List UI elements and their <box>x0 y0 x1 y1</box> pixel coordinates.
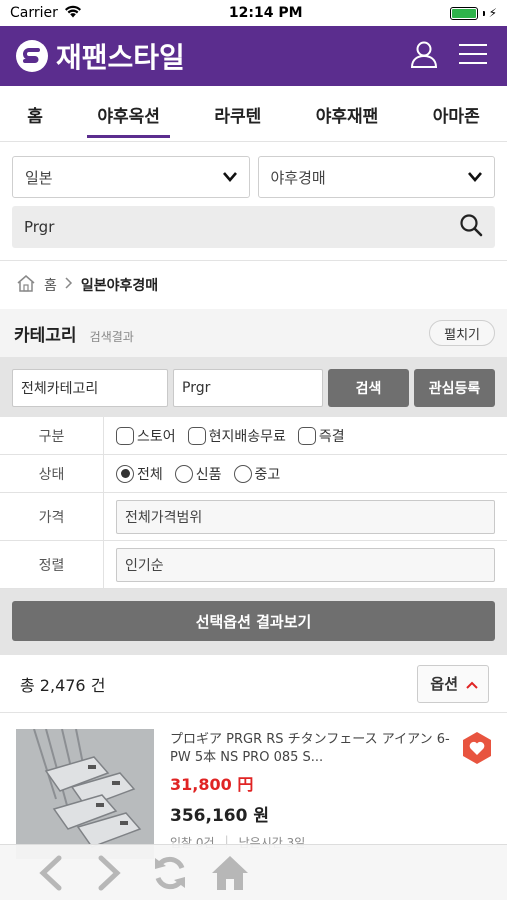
product-price-yen: 31,800 円 <box>170 775 254 794</box>
status-bar: Carrier 12:14 PM ⚡ <box>0 0 507 26</box>
menu-icon[interactable] <box>459 43 487 69</box>
apply-options-button[interactable]: 선택옵션 결과보기 <box>12 601 495 641</box>
country-select-value: 일본 <box>25 168 53 187</box>
tab-home[interactable]: 홈 <box>13 90 57 137</box>
search-area: 일본 야후경매 Prgr <box>0 142 507 261</box>
checkbox-buy-now[interactable]: 즉결 <box>297 426 345 446</box>
header-actions <box>409 39 487 73</box>
option-label-sort: 정렬 <box>0 541 104 588</box>
option-row-sort: 정렬 인기순 <box>0 541 507 589</box>
filter-panel: 전체카테고리 Prgr 검색 관심등록 구분 스토어 현지배송무료 즉결 상태 … <box>0 357 507 655</box>
bottom-toolbar <box>0 844 507 900</box>
option-label-type: 구분 <box>0 417 104 454</box>
tab-yahoo-japan[interactable]: 야후재팬 <box>302 90 393 137</box>
checkbox-icon <box>116 426 134 445</box>
app-header: 재팬스타일 <box>0 26 507 86</box>
breadcrumb-current: 일본야후경매 <box>80 278 159 294</box>
wifi-icon <box>64 5 82 22</box>
search-icon[interactable] <box>459 213 483 241</box>
product-title[interactable]: プロギア PRGR RS チタンフェース アイアン 6-PW 5本 NS PRO… <box>170 731 495 767</box>
clock: 12:14 PM <box>228 5 303 21</box>
checkbox-store-label: 스토어 <box>137 428 176 445</box>
forward-arrow-icon[interactable] <box>90 853 130 893</box>
breadcrumb: 홈 일본야후경매 <box>0 261 507 309</box>
brand-logo[interactable]: 재팬스타일 <box>16 36 185 76</box>
search-input[interactable]: Prgr <box>12 206 495 248</box>
checkbox-free-shipping[interactable]: 현지배송무료 <box>187 426 286 446</box>
logo-mark-icon <box>16 40 48 72</box>
filter-row: 전체카테고리 Prgr 검색 관심등록 <box>12 369 495 407</box>
option-label-condition: 상태 <box>0 455 104 492</box>
favorite-heart-icon[interactable] <box>461 731 493 769</box>
search-button[interactable]: 검색 <box>328 369 409 407</box>
option-content-price: 전체가격범위 <box>104 493 507 540</box>
total-count: 총 2,476 건 <box>20 675 106 695</box>
brand-name: 재팬스타일 <box>56 41 185 74</box>
tab-amazon[interactable]: 아마존 <box>419 90 494 137</box>
expand-button[interactable]: 펼치기 <box>429 320 495 346</box>
refresh-icon[interactable] <box>150 853 190 893</box>
breadcrumb-home[interactable]: 홈 <box>44 275 57 295</box>
checkbox-icon <box>297 426 316 445</box>
product-price-won: 356,160 원 <box>170 806 269 826</box>
search-query: Prgr <box>24 218 55 236</box>
category-title-group: 카테고리 검색결과 <box>14 321 134 346</box>
option-button-label: 옵션 <box>430 675 458 693</box>
radio-icon <box>174 464 193 483</box>
radio-all-label: 전체 <box>137 466 163 483</box>
status-left: Carrier <box>10 5 82 22</box>
radio-new-label: 신품 <box>195 466 222 483</box>
back-arrow-icon[interactable] <box>30 853 70 893</box>
product-image[interactable] <box>16 729 154 859</box>
site-select[interactable]: 야후경매 <box>257 156 495 198</box>
radio-new[interactable]: 신품 <box>174 464 222 484</box>
radio-used[interactable]: 중고 <box>233 464 281 484</box>
home-icon[interactable] <box>16 274 36 296</box>
total-row: 총 2,476 건 옵션 <box>0 655 507 713</box>
option-row-price: 가격 전체가격범위 <box>0 493 507 541</box>
keyword-field[interactable]: Prgr <box>173 369 323 407</box>
category-title: 카테고리 <box>14 325 77 346</box>
option-label-price: 가격 <box>0 493 104 540</box>
category-subtitle: 검색결과 <box>89 329 134 344</box>
radio-all[interactable]: 전체 <box>116 464 163 484</box>
checkbox-icon <box>187 426 206 445</box>
tab-rakuten[interactable]: 라쿠텐 <box>200 90 275 137</box>
option-table: 구분 스토어 현지배송무료 즉결 상태 전체 신품 중고 가격 전체가격범위 정… <box>0 417 507 589</box>
price-range-select[interactable]: 전체가격범위 <box>116 499 495 534</box>
home-nav-icon[interactable] <box>210 853 250 893</box>
tab-yahoo-auction[interactable]: 야후옥션 <box>83 90 174 138</box>
radio-selected-icon <box>116 464 134 483</box>
chevron-up-icon <box>466 675 478 693</box>
category-field[interactable]: 전체카테고리 <box>12 369 168 407</box>
option-content-condition: 전체 신품 중고 <box>104 455 507 492</box>
option-content-sort: 인기순 <box>104 541 507 588</box>
sort-select[interactable]: 인기순 <box>116 547 495 582</box>
apply-wrap: 선택옵션 결과보기 <box>0 589 507 655</box>
nav-tabs: 홈 야후옥션 라쿠텐 야후재팬 아마존 <box>0 86 507 142</box>
site-select-value: 야후경매 <box>270 168 326 187</box>
select-row: 일본 야후경매 <box>12 156 495 198</box>
checkbox-store[interactable]: 스토어 <box>116 426 176 446</box>
option-content-type: 스토어 현지배송무료 즉결 <box>104 417 507 454</box>
product-info: プロギア PRGR RS チタンフェース アイアン 6-PW 5本 NS PRO… <box>170 729 495 863</box>
checkbox-buy-now-label: 즉결 <box>318 428 345 445</box>
watch-button[interactable]: 관심등록 <box>414 369 495 407</box>
option-row-type: 구분 스토어 현지배송무료 즉결 <box>0 417 507 455</box>
category-header: 카테고리 검색결과 펼치기 <box>0 309 507 357</box>
option-row-condition: 상태 전체 신품 중고 <box>0 455 507 493</box>
checkbox-free-shipping-label: 현지배송무료 <box>208 428 286 445</box>
radio-used-label: 중고 <box>254 466 281 483</box>
radio-icon <box>233 464 252 483</box>
country-select[interactable]: 일본 <box>12 156 250 198</box>
option-button[interactable]: 옵션 <box>417 664 489 703</box>
dropdown-arrow-icon <box>222 168 237 186</box>
dropdown-arrow-icon <box>468 168 482 186</box>
carrier-label: Carrier <box>10 5 58 21</box>
battery-icon: ⚡ <box>449 6 497 20</box>
user-icon[interactable] <box>409 39 439 73</box>
charging-icon: ⚡ <box>488 6 497 20</box>
chevron-right-icon <box>65 277 73 293</box>
product-item[interactable]: プロギア PRGR RS チタンフェース アイアン 6-PW 5本 NS PRO… <box>0 713 507 863</box>
